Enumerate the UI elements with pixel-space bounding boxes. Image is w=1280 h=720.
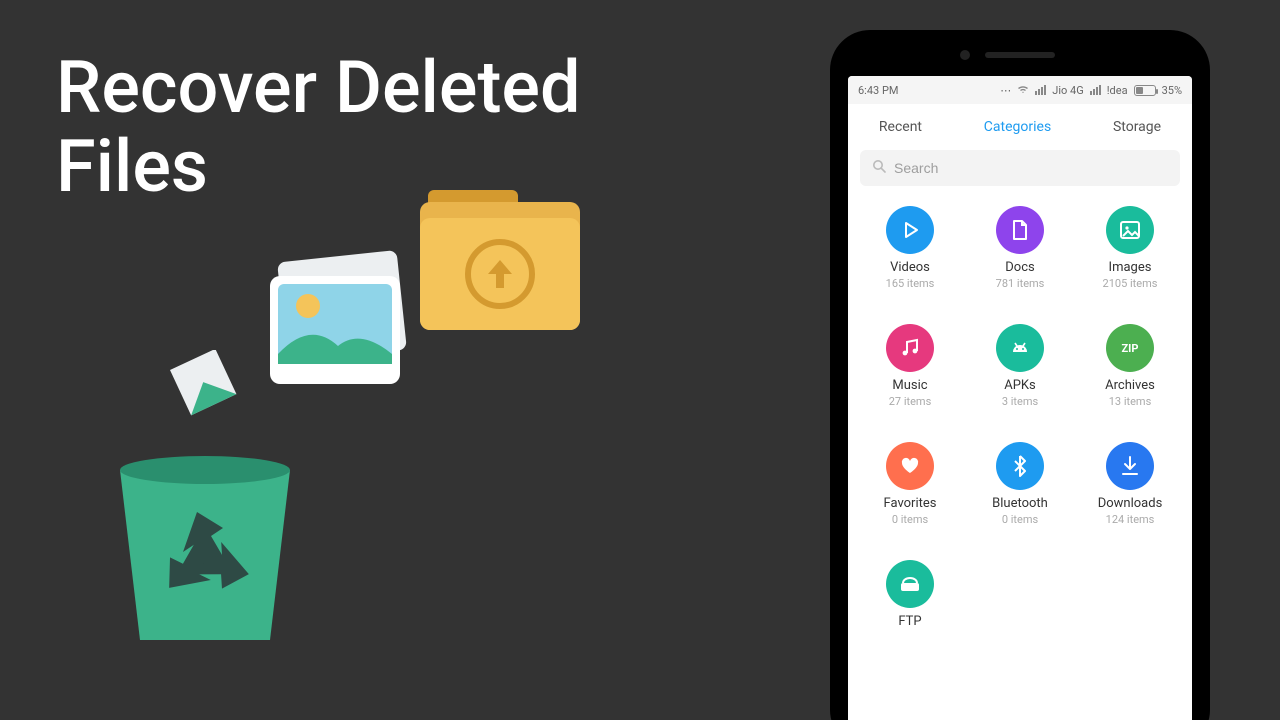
status-time: 6:43 PM [858,84,898,97]
phone-frame: 6:43 PM ⋯ Jio 4G !dea 35% Recent Cat [830,30,1210,720]
category-bluetooth[interactable]: Bluetooth 0 items [968,442,1072,554]
search-field[interactable] [860,150,1180,186]
category-images[interactable]: Images 2105 items [1078,206,1182,318]
category-sub: 13 items [1109,395,1152,408]
tab-categories[interactable]: Categories [978,115,1057,139]
ftp-icon [886,560,934,608]
search-icon [872,159,886,177]
signal-2-icon [1090,85,1101,95]
recycle-bin-icon [100,350,310,654]
category-apks[interactable]: APKs 3 items [968,324,1072,436]
category-sub: 27 items [889,395,932,408]
status-bar: 6:43 PM ⋯ Jio 4G !dea 35% [848,76,1192,104]
image-icon [1106,206,1154,254]
hero-line-1: Recover Deleted [56,48,581,127]
heart-icon [886,442,934,490]
category-sub: 165 items [886,277,935,290]
category-label: Downloads [1098,496,1163,511]
category-label: FTP [898,614,921,629]
category-downloads[interactable]: Downloads 124 items [1078,442,1182,554]
category-sub: 124 items [1106,513,1155,526]
category-sub: 3 items [1002,395,1038,408]
category-sub: 781 items [996,277,1045,290]
category-ftp[interactable]: FTP [858,560,962,672]
wifi-icon [1017,84,1029,97]
battery-pct: 35% [1162,84,1182,97]
category-label: Images [1109,260,1152,275]
top-tabs: Recent Categories Storage [848,104,1192,150]
category-label: Archives [1105,378,1155,393]
category-label: Favorites [884,496,937,511]
category-label: Videos [890,260,930,275]
zip-icon: ZIP [1106,324,1154,372]
category-sub: 0 items [892,513,928,526]
category-label: Bluetooth [992,496,1048,511]
carrier-2: !dea [1107,84,1128,97]
category-sub: 2105 items [1103,277,1158,290]
category-favorites[interactable]: Favorites 0 items [858,442,962,554]
phone-screen: 6:43 PM ⋯ Jio 4G !dea 35% Recent Cat [848,76,1192,720]
category-label: Docs [1005,260,1034,275]
category-videos[interactable]: Videos 165 items [858,206,962,318]
bluetooth-icon [996,442,1044,490]
category-label: APKs [1004,378,1036,393]
category-sub: 0 items [1002,513,1038,526]
category-docs[interactable]: Docs 781 items [968,206,1072,318]
document-icon [996,206,1044,254]
music-icon [886,324,934,372]
download-icon [1106,442,1154,490]
category-grid: Videos 165 items Docs 781 items Images 2… [848,196,1192,720]
category-label: Music [892,378,927,393]
category-music[interactable]: Music 27 items [858,324,962,436]
more-icon: ⋯ [1000,84,1011,97]
search-input[interactable] [894,160,1168,176]
battery-icon [1134,85,1156,96]
signal-1-icon [1035,85,1046,95]
tab-recent[interactable]: Recent [873,115,928,139]
carrier-1: Jio 4G [1052,84,1083,97]
tab-storage[interactable]: Storage [1107,115,1167,139]
folder-upload-icon [400,170,600,354]
category-archives[interactable]: ZIP Archives 13 items [1078,324,1182,436]
play-icon [886,206,934,254]
android-icon [996,324,1044,372]
